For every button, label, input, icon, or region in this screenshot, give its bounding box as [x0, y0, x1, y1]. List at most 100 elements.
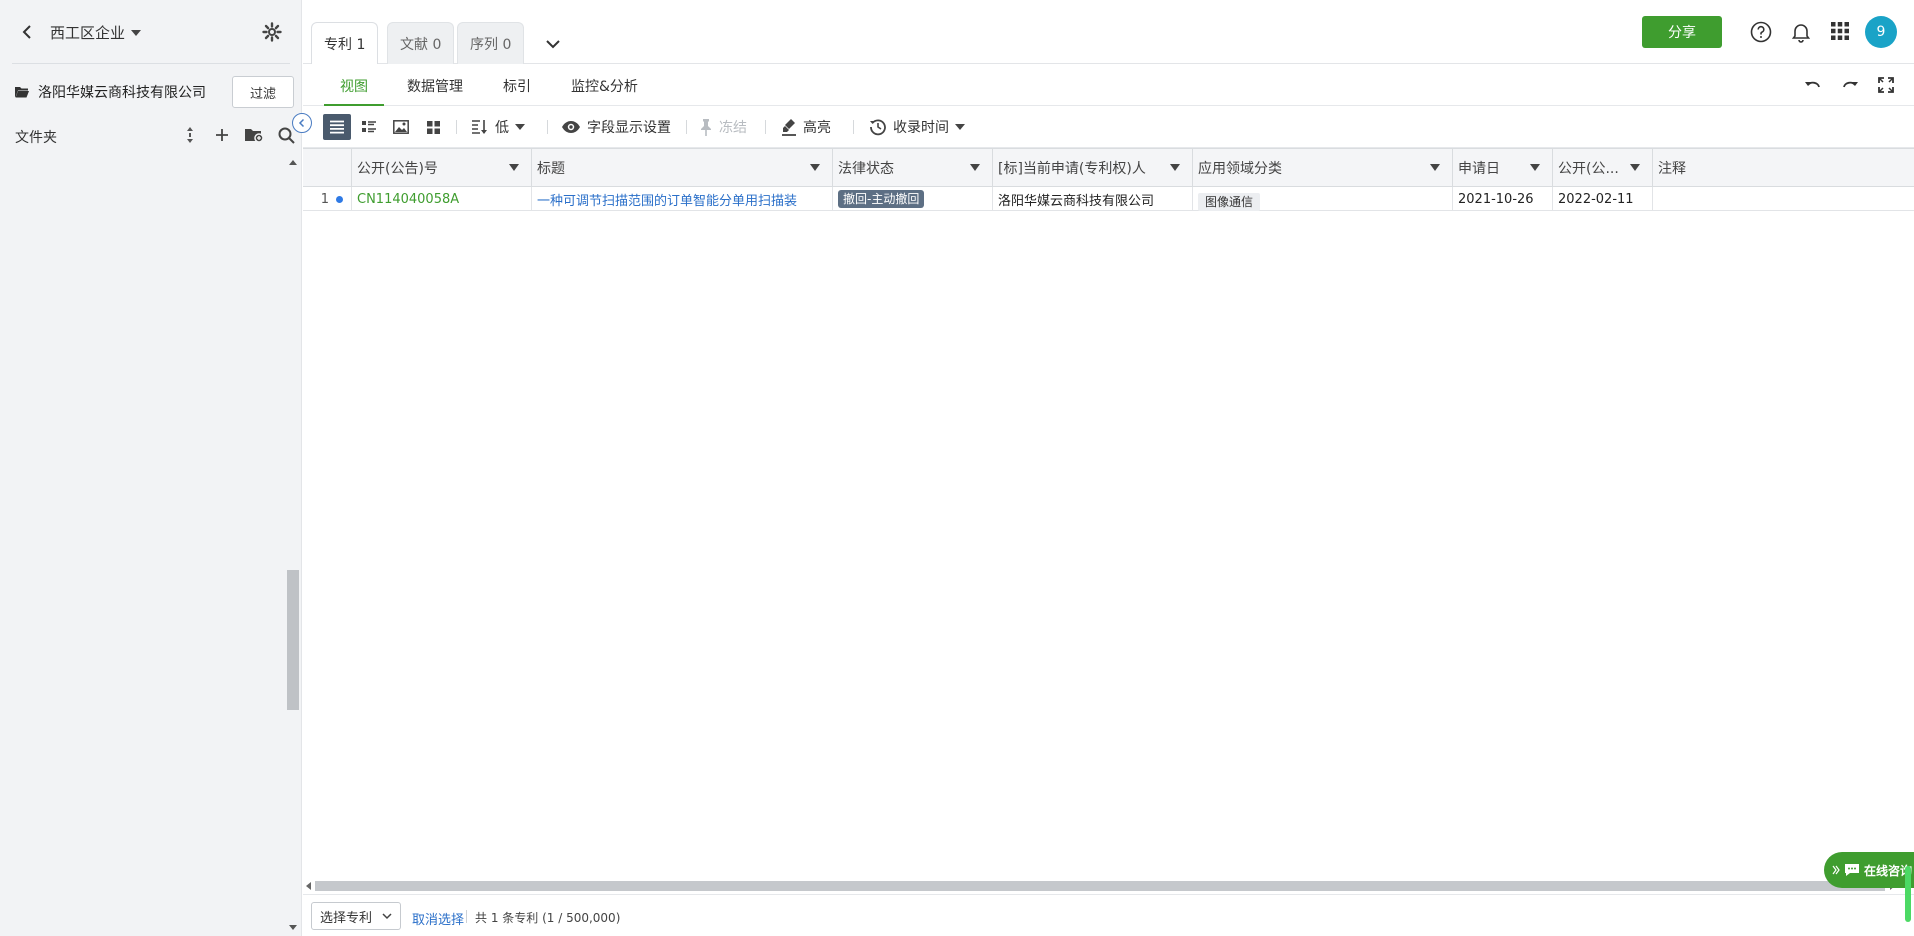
- status-badge: 撤回-主动撤回: [838, 190, 925, 208]
- cell-pub-no: CN114040058A: [352, 187, 532, 211]
- toolbar-divider: [547, 120, 548, 134]
- chat-side-strip: [1905, 866, 1911, 922]
- pub-no-link[interactable]: CN114040058A: [357, 192, 459, 207]
- back-arrow-icon[interactable]: [18, 22, 38, 42]
- tab-data-management[interactable]: 数据管理: [407, 76, 463, 106]
- highlight-label: 高亮: [803, 120, 831, 136]
- sort-level-dropdown[interactable]: 低: [471, 117, 525, 137]
- collect-time-label: 收录时间: [893, 120, 949, 136]
- select-patents-dropdown[interactable]: 选择专利: [311, 902, 401, 930]
- tab-sequence[interactable]: 序列 0: [457, 22, 525, 64]
- sort-arrows-icon[interactable]: [180, 125, 200, 145]
- tab-literature[interactable]: 文献 0: [387, 22, 455, 64]
- add-icon[interactable]: [212, 125, 232, 145]
- table-row[interactable]: 1 CN114040058A 一种可调节扫描范围的订单智能分单用扫描装 撤回-主…: [303, 187, 1914, 211]
- scroll-thumb[interactable]: [287, 570, 299, 710]
- avatar[interactable]: 9: [1865, 16, 1897, 48]
- column-label: 公开(公告)号: [357, 161, 438, 177]
- applicant-text: 洛阳华媒云商科技有限公司: [998, 193, 1155, 209]
- column-menu-caret-icon[interactable]: [509, 164, 519, 171]
- collect-time-dropdown[interactable]: 收录时间: [869, 117, 965, 137]
- column-menu-caret-icon[interactable]: [1630, 164, 1640, 171]
- toolbar-divider: [456, 120, 457, 134]
- title-link[interactable]: 一种可调节扫描范围的订单智能分单用扫描装: [537, 190, 797, 209]
- column-menu-caret-icon[interactable]: [810, 164, 820, 171]
- list-view-icon[interactable]: [323, 114, 351, 140]
- cell-applicant: 洛阳华媒云商科技有限公司: [993, 187, 1193, 211]
- image-view-icon[interactable]: [387, 114, 415, 140]
- company-item[interactable]: 洛阳华媒云商科技有限公司: [14, 82, 206, 102]
- company-name: 洛阳华媒云商科技有限公司: [38, 85, 206, 101]
- patent-table: 公开(公告)号 标题 法律状态 [标]当前申请(专利权)人 应用领域分类 申请日…: [303, 148, 1914, 876]
- share-button[interactable]: 分享: [1642, 16, 1722, 48]
- undo-icon[interactable]: [1803, 76, 1823, 96]
- column-menu-caret-icon[interactable]: [1530, 164, 1540, 171]
- chevron-down-icon: [382, 911, 392, 921]
- header-corner: [303, 149, 352, 187]
- table-header: 公开(公告)号 标题 法律状态 [标]当前申请(专利权)人 应用领域分类 申请日…: [303, 148, 1914, 187]
- tab-view[interactable]: 视图: [324, 76, 384, 106]
- tab-monitor-analysis[interactable]: 监控&分析: [571, 76, 638, 106]
- folder-section-label: 文件夹: [15, 130, 57, 146]
- fullscreen-icon[interactable]: [1877, 76, 1897, 96]
- freeze-button[interactable]: 冻结: [699, 117, 747, 137]
- caret-down-icon: [131, 29, 142, 36]
- tab-indexing[interactable]: 标引: [503, 76, 531, 106]
- column-label: 公开(公...: [1558, 161, 1619, 177]
- cell-apply-date: 2021-10-26: [1453, 187, 1553, 211]
- scroll-down-arrow-icon[interactable]: [289, 925, 297, 930]
- column-header-apply-date[interactable]: 申请日: [1453, 149, 1553, 187]
- result-count: 共 1 条专利 (1 / 500,000): [475, 911, 621, 925]
- clock-history-icon: [869, 118, 887, 136]
- tab-patent[interactable]: 专利 1: [311, 22, 379, 65]
- chevron-down-icon[interactable]: [543, 34, 563, 54]
- detail-list-icon[interactable]: [355, 114, 383, 140]
- row-index: 1: [303, 187, 352, 211]
- scroll-up-arrow-icon[interactable]: [289, 160, 297, 165]
- toolbar-divider: [765, 120, 766, 134]
- column-header-applicant[interactable]: [标]当前申请(专利权)人: [993, 149, 1193, 187]
- sidebar-divider: [12, 63, 290, 64]
- new-folder-icon[interactable]: [244, 125, 264, 145]
- workspace-selector[interactable]: 西工区企业: [50, 22, 142, 43]
- column-header-note[interactable]: 注释: [1653, 149, 1914, 187]
- highlighter-icon: [781, 118, 797, 136]
- column-menu-caret-icon[interactable]: [1170, 164, 1180, 171]
- filter-button[interactable]: 过滤: [232, 76, 294, 108]
- sidebar-scrollbar[interactable]: [286, 156, 300, 936]
- column-menu-caret-icon[interactable]: [970, 164, 980, 171]
- scroll-left-arrow-icon[interactable]: [306, 882, 311, 890]
- column-header-pub-date[interactable]: 公开(公...: [1553, 149, 1653, 187]
- sort-level-icon: [471, 119, 489, 135]
- cell-note[interactable]: [1653, 187, 1914, 211]
- online-consult-button[interactable]: 在线咨询: [1824, 852, 1914, 888]
- redo-icon[interactable]: [1840, 76, 1860, 96]
- scroll-thumb[interactable]: [315, 881, 1885, 891]
- freeze-label: 冻结: [719, 120, 747, 136]
- cancel-selection-link[interactable]: 取消选择: [412, 909, 464, 928]
- column-header-pub-no[interactable]: 公开(公告)号: [352, 149, 532, 187]
- column-header-title[interactable]: 标题: [532, 149, 833, 187]
- help-icon[interactable]: [1750, 21, 1772, 43]
- column-label: 申请日: [1458, 161, 1500, 177]
- caret-down-icon: [515, 124, 525, 130]
- field-display-settings-button[interactable]: 字段显示设置: [561, 117, 671, 137]
- pin-icon: [699, 118, 713, 136]
- select-patents-label: 选择专利: [320, 910, 373, 926]
- bell-icon[interactable]: [1790, 21, 1812, 43]
- highlight-button[interactable]: 高亮: [781, 117, 831, 137]
- column-header-application-field[interactable]: 应用领域分类: [1193, 149, 1453, 187]
- column-header-legal-status[interactable]: 法律状态: [833, 149, 993, 187]
- card-view-icon[interactable]: [419, 114, 447, 140]
- top-bar: 专利 1 文献 0 序列 0 分享 9: [303, 0, 1914, 65]
- column-menu-caret-icon[interactable]: [1430, 164, 1440, 171]
- double-chevron-icon: [1832, 865, 1840, 875]
- apps-grid-icon[interactable]: [1830, 21, 1852, 43]
- gear-icon[interactable]: [262, 22, 282, 42]
- folder-open-icon: [14, 85, 30, 99]
- collapse-sidebar-button[interactable]: [292, 113, 312, 133]
- workspace-title: 西工区企业: [50, 24, 126, 42]
- horizontal-scrollbar[interactable]: [303, 876, 1898, 894]
- column-label: 注释: [1658, 161, 1686, 177]
- cell-pub-date: 2022-02-11: [1553, 187, 1653, 211]
